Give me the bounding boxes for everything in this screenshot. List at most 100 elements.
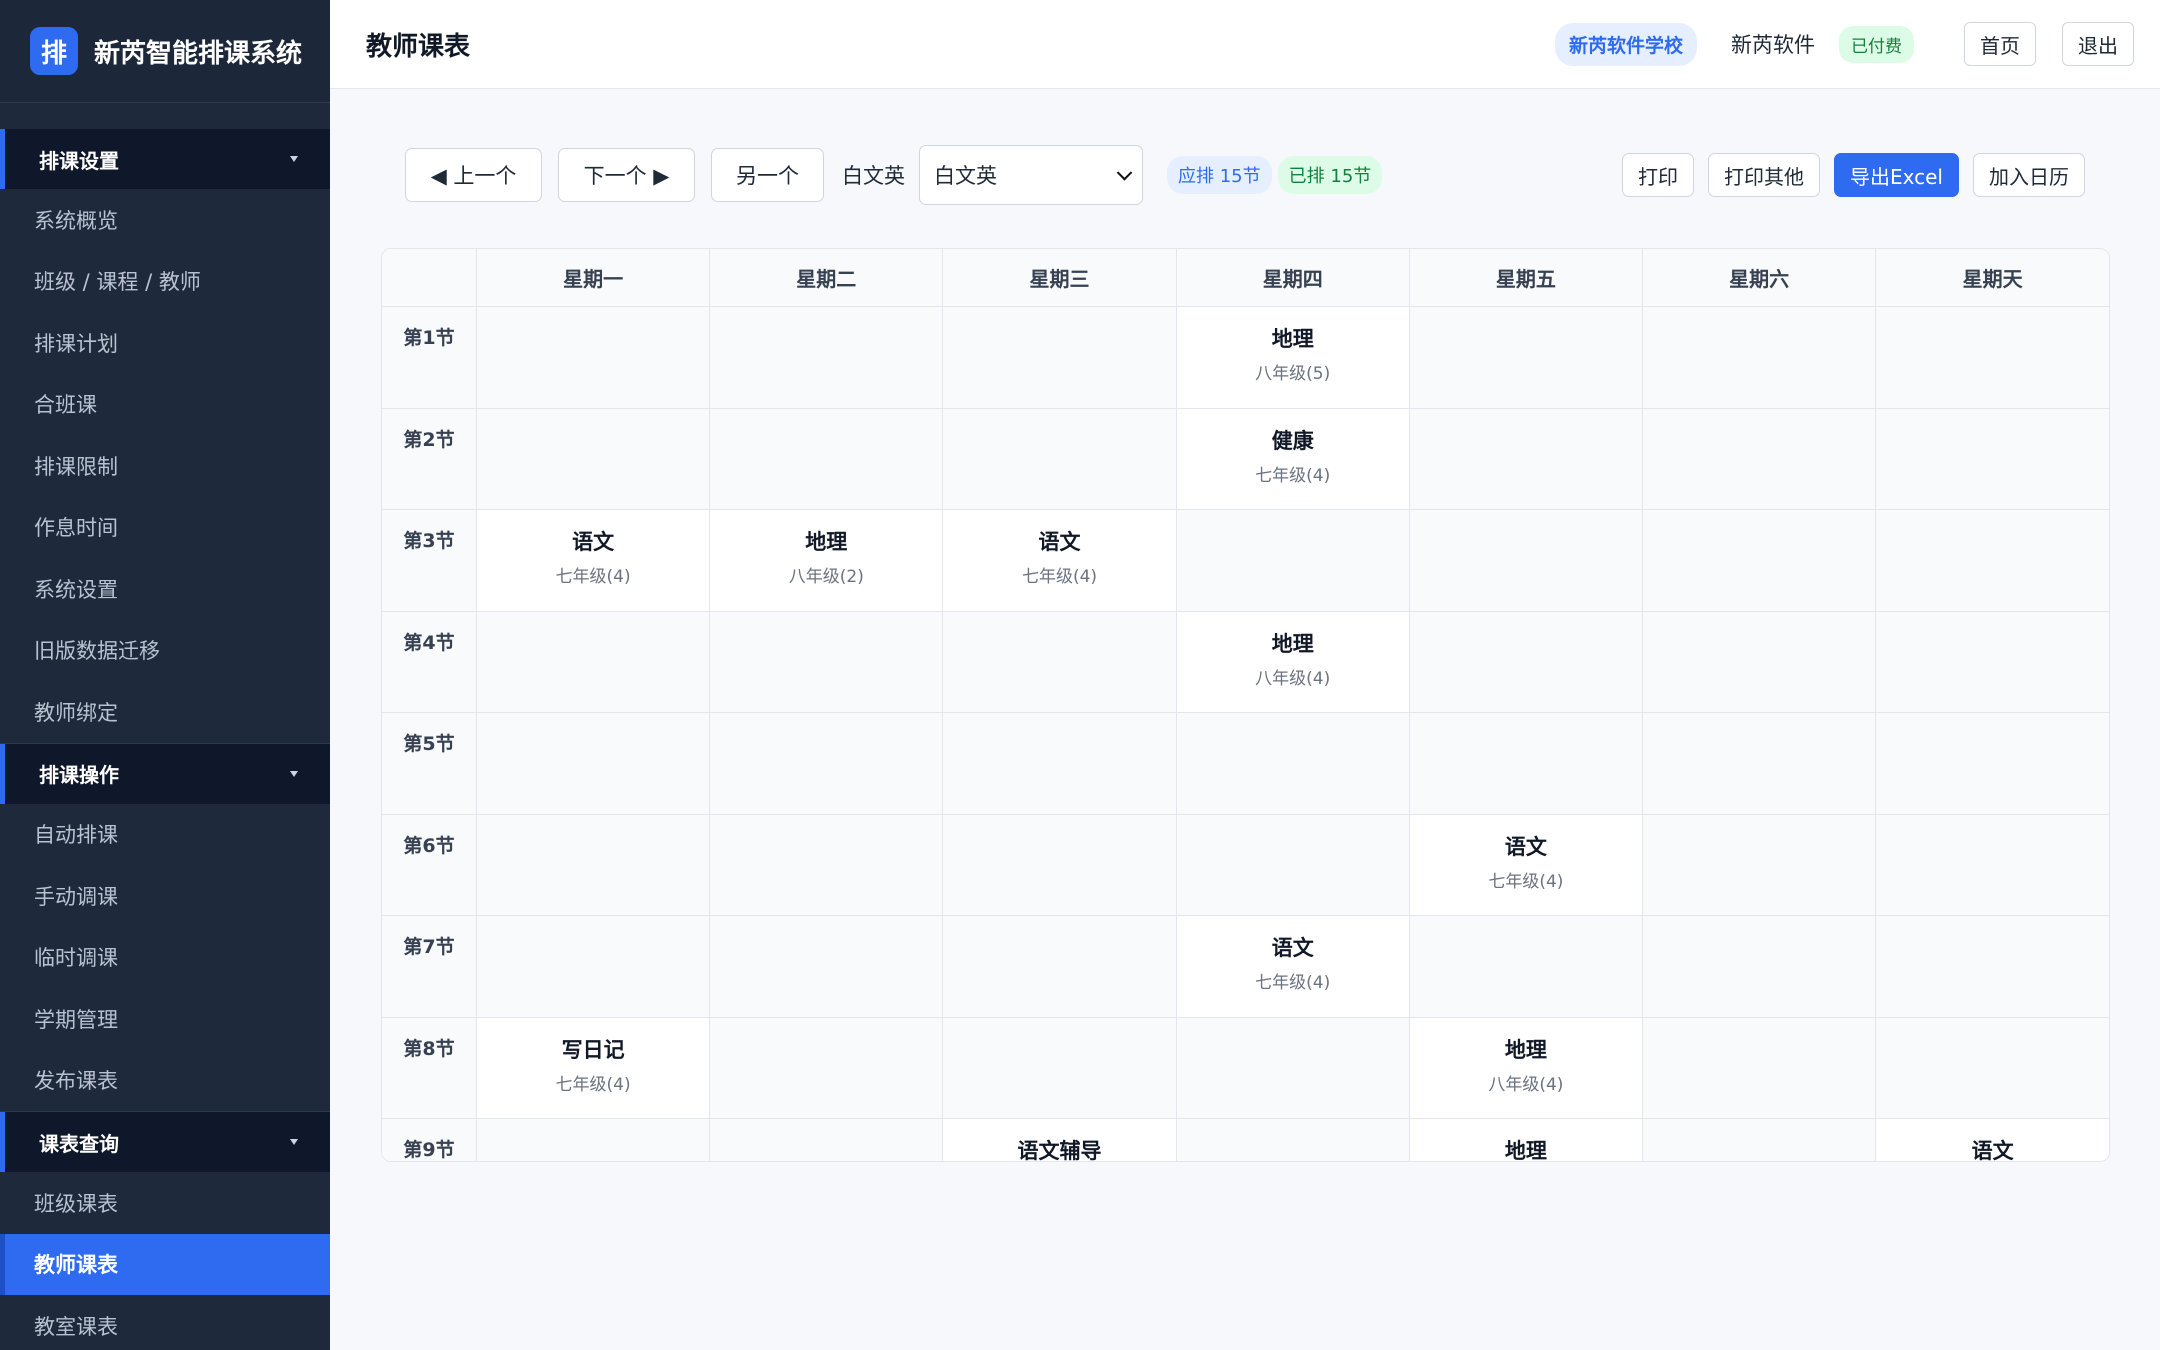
export-excel-button[interactable]: 导出Excel (1834, 153, 1959, 197)
lesson-cell[interactable]: 地理八年级(5) (1175, 306, 1410, 409)
empty-cell[interactable] (1642, 712, 1877, 815)
topbar: 教师课表 新芮软件学校 新芮软件 已付费 首页 退出 (330, 0, 2160, 89)
empty-cell[interactable] (1642, 509, 1877, 612)
empty-cell[interactable] (709, 813, 944, 916)
empty-cell[interactable] (1175, 813, 1410, 916)
sidebar-item[interactable]: 系统设置 (0, 558, 330, 620)
empty-cell[interactable] (1175, 712, 1410, 815)
lesson-cell[interactable]: 地理 八年级(4) (1408, 1016, 1644, 1119)
empty-cell[interactable] (942, 813, 1177, 916)
empty-cell[interactable] (475, 407, 711, 510)
next-teacher-button[interactable]: 下一个 ▶ (558, 148, 695, 202)
sidebar-item[interactable]: 合班课 (0, 374, 330, 436)
logout-button[interactable]: 退出 (2062, 22, 2134, 66)
empty-cell[interactable] (1642, 1118, 1877, 1161)
lesson-class: 八年级(4) (1255, 668, 1331, 689)
empty-cell[interactable] (1408, 509, 1644, 612)
lesson-cell[interactable]: 语文七年级(4) (942, 509, 1177, 612)
sidebar-item[interactable]: 手动调课 (0, 865, 330, 927)
lesson-cell[interactable]: 地理 八年级(2) (709, 509, 944, 612)
print-other-button[interactable]: 打印其他 (1708, 153, 1821, 197)
empty-cell[interactable] (1875, 610, 2109, 713)
empty-cell[interactable] (1642, 813, 1877, 916)
prev-teacher-button[interactable]: ◀ 上一个 (405, 148, 542, 202)
sidebar-item[interactable]: 发布课表 (0, 1050, 330, 1112)
empty-cell[interactable] (1408, 712, 1644, 815)
add-calendar-button[interactable]: 加入日历 (1973, 153, 2085, 197)
empty-cell[interactable] (1642, 407, 1877, 510)
lesson-cell[interactable]: 健康 七年级(4) (1175, 407, 1410, 510)
empty-cell[interactable] (709, 407, 944, 510)
print-button[interactable]: 打印 (1622, 153, 1695, 197)
empty-cell[interactable] (475, 306, 711, 409)
sidebar-item[interactable]: 班级 / 课程 / 教师 (0, 251, 330, 313)
teacher-select[interactable]: 白文英 (919, 145, 1143, 205)
empty-cell[interactable] (1642, 306, 1877, 409)
empty-cell[interactable] (475, 712, 711, 815)
empty-cell[interactable] (1408, 610, 1644, 713)
empty-cell[interactable] (709, 306, 944, 409)
lesson-cell[interactable]: 语文七年级(4) (1175, 915, 1410, 1018)
empty-cell[interactable] (1875, 813, 2109, 916)
sidebar-item[interactable]: 旧版数据迁移 (0, 620, 330, 682)
sidebar-group-title: 课表查询 (39, 1131, 119, 1156)
empty-cell[interactable] (1642, 1016, 1877, 1119)
sidebar-item[interactable]: 教师课表 (0, 1233, 330, 1295)
empty-cell[interactable] (1642, 915, 1877, 1018)
empty-cell[interactable] (1175, 1118, 1410, 1161)
empty-cell[interactable] (1408, 915, 1644, 1018)
lesson-subject: 地理 (805, 530, 848, 554)
empty-cell[interactable] (942, 306, 1177, 409)
empty-cell[interactable] (1875, 306, 2109, 409)
empty-cell[interactable] (1875, 915, 2109, 1018)
empty-cell[interactable] (1408, 306, 1644, 409)
period-row: 第1节 地理 八年级(5) (382, 306, 2109, 409)
sidebar-group-header[interactable]: 排课设置 (0, 129, 330, 189)
empty-cell[interactable] (475, 915, 711, 1018)
lesson-cell[interactable]: 语文七年级(4) (1875, 1118, 2109, 1161)
empty-cell[interactable] (709, 610, 944, 713)
empty-cell[interactable] (942, 712, 1177, 815)
empty-cell[interactable] (475, 610, 711, 713)
empty-cell[interactable] (475, 813, 711, 916)
sidebar-item[interactable]: 教室课表 (0, 1295, 330, 1350)
empty-cell[interactable] (1642, 610, 1877, 713)
lesson-cell[interactable]: 写日记 七年级(4) (475, 1016, 711, 1119)
lesson-cell[interactable]: 语文七年级(4) (1408, 813, 1644, 916)
lesson-cell[interactable]: 地理八年级(5) (1408, 1118, 1644, 1161)
sidebar-item[interactable]: 自动排课 (0, 804, 330, 866)
empty-cell[interactable] (709, 1118, 944, 1161)
empty-cell[interactable] (709, 1016, 944, 1119)
empty-cell[interactable] (1408, 407, 1644, 510)
sidebar-item[interactable]: 作息时间 (0, 497, 330, 559)
lesson-cell[interactable]: 语文辅导七年级(4) (942, 1118, 1177, 1161)
lesson-cell[interactable]: 语文七年级(4) (475, 509, 711, 612)
sidebar-item[interactable]: 教师绑定 (0, 681, 330, 743)
sidebar-group-header[interactable]: 课表查询 (0, 1112, 330, 1172)
empty-cell[interactable] (709, 915, 944, 1018)
empty-cell[interactable] (1175, 509, 1410, 612)
sidebar-item[interactable]: 临时调课 (0, 927, 330, 989)
empty-cell[interactable] (942, 1016, 1177, 1119)
empty-cell[interactable] (942, 915, 1177, 1018)
sidebar-item[interactable]: 学期管理 (0, 988, 330, 1050)
sidebar-group-header[interactable]: 排课操作 (0, 743, 330, 804)
sidebar-item[interactable]: 排课计划 (0, 312, 330, 374)
empty-cell[interactable] (475, 1118, 711, 1161)
sidebar-item[interactable]: 系统概览 (0, 189, 330, 251)
empty-cell[interactable] (1875, 712, 2109, 815)
empty-cell[interactable] (1875, 509, 2109, 612)
empty-cell[interactable] (709, 712, 944, 815)
sidebar-item[interactable]: 班级课表 (0, 1172, 330, 1234)
empty-cell[interactable] (942, 610, 1177, 713)
other-teacher-button[interactable]: 另一个 (711, 148, 824, 202)
home-button[interactable]: 首页 (1964, 22, 2036, 66)
empty-cell[interactable] (1175, 1016, 1410, 1119)
sidebar-item[interactable]: 排课限制 (0, 435, 330, 497)
lesson-cell[interactable]: 地理 八年级(4) (1175, 610, 1410, 713)
period-label: 第7节 (382, 915, 477, 1018)
sidebar-nav: 排课设置 系统概览 班级 / 课程 / 教师 排课计划 合班课 排课限制 作息时间 系统设置旧… (0, 129, 330, 1350)
empty-cell[interactable] (1875, 407, 2109, 510)
empty-cell[interactable] (1875, 1016, 2109, 1119)
empty-cell[interactable] (942, 407, 1177, 510)
